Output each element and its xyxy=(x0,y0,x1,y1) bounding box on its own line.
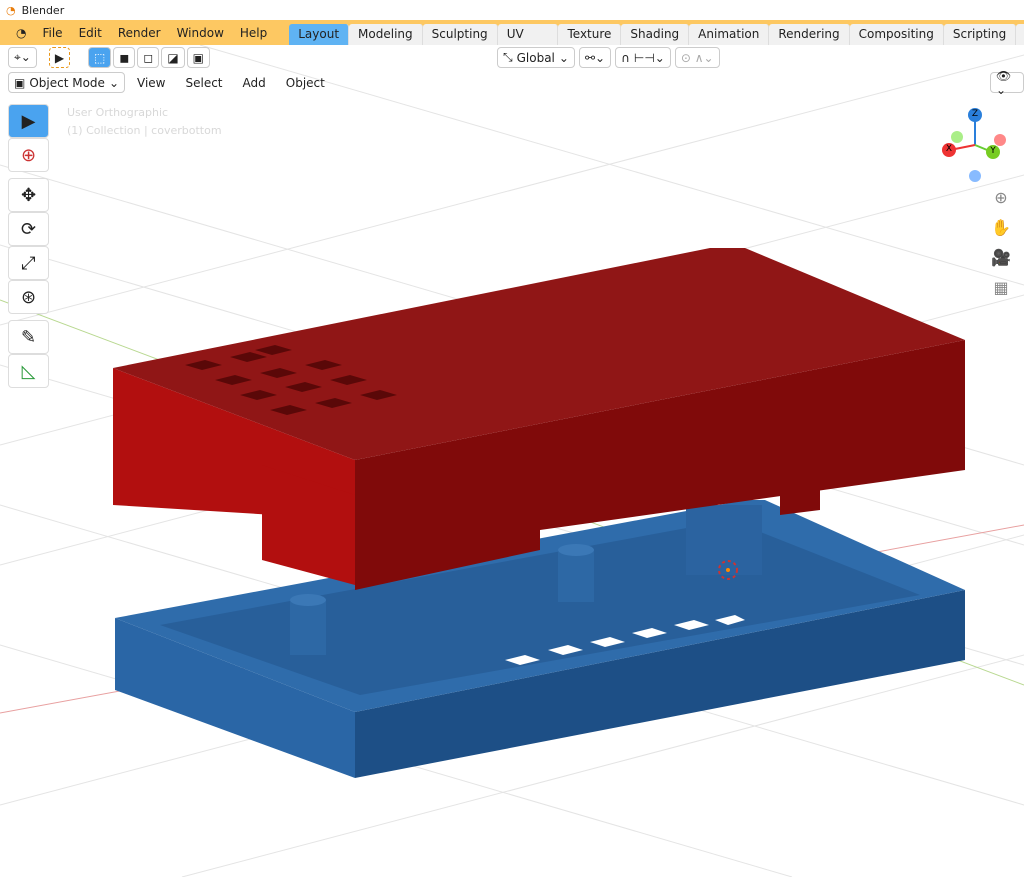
tab-sculpting[interactable]: Sculpting xyxy=(422,24,498,45)
tab-shading[interactable]: Shading xyxy=(621,24,690,45)
select-tool-icon[interactable]: ▶ xyxy=(48,47,71,68)
select-box-tool[interactable]: ▶ xyxy=(8,104,49,138)
transform-header: ⤡ Global ⌄ ⚯⌄ ∩ ⊢⊣⌄ ⊙ ∧⌄ xyxy=(497,47,720,68)
select-invert-icon[interactable]: ◪ xyxy=(161,47,185,68)
transform-pivot-dropdown[interactable]: ⌖⌄ xyxy=(8,47,37,68)
view-name-label: User Orthographic xyxy=(67,106,169,119)
gizmo-z-label: Z xyxy=(971,109,979,119)
rotate-tool[interactable]: ⟳ xyxy=(8,212,49,246)
measure-tool[interactable]: ◺ xyxy=(8,354,49,388)
gizmo-y-label: Y xyxy=(990,146,996,156)
orientation-value: Global xyxy=(516,50,555,65)
tab-layout[interactable]: Layout xyxy=(289,24,350,45)
visibility-dropdown[interactable]: 👁⌄ xyxy=(990,69,1024,97)
tab-uv-editing[interactable]: UV Editing xyxy=(497,24,559,62)
add-workspace-button[interactable]: + xyxy=(1016,24,1024,45)
menu-add[interactable]: Add xyxy=(235,76,274,90)
orientation-dropdown[interactable]: ⤡ Global ⌄ xyxy=(497,47,575,68)
top-bar: ◔ File Edit Render Window Help Layout Mo… xyxy=(0,20,1024,62)
menu-help[interactable]: Help xyxy=(232,26,275,40)
selection-mode-group: ⬚ ◼ ◻ ◪ ▣ xyxy=(88,47,211,68)
select-extend-icon[interactable]: ◼ xyxy=(113,47,136,68)
object-mode-icon: ▣ xyxy=(14,75,26,90)
gizmo-x-label: X xyxy=(945,144,953,154)
scene-canvas xyxy=(0,45,1024,877)
3d-viewport[interactable]: Z X Y ⌖⌄ ▶ ⬚ ◼ ◻ ◪ ▣ ⤡ Global ⌄ ⚯⌄ ∩ ⊢⊣⌄ ⊙… xyxy=(0,45,1024,877)
tab-texture-paint[interactable]: Texture Paint xyxy=(558,24,622,62)
annotate-tool[interactable]: ✎ xyxy=(8,320,49,354)
select-subtract-icon[interactable]: ◻ xyxy=(137,47,160,68)
scale-tool[interactable]: ⤢ xyxy=(8,246,49,280)
tab-animation[interactable]: Animation xyxy=(689,24,770,45)
menu-view[interactable]: View xyxy=(129,76,173,90)
menu-window[interactable]: Window xyxy=(169,26,232,40)
tab-compositing[interactable]: Compositing xyxy=(849,24,944,45)
menu-edit[interactable]: Edit xyxy=(71,26,110,40)
tab-scripting[interactable]: Scripting xyxy=(943,24,1017,45)
grid-perspective-icon[interactable]: ▦ xyxy=(990,278,1012,300)
cursor-tool[interactable]: ⊕ xyxy=(8,138,49,172)
zoom-icon[interactable]: ⊕ xyxy=(990,188,1012,210)
menu-select[interactable]: Select xyxy=(177,76,230,90)
orientation-icon: ⤡ xyxy=(503,50,513,64)
menu-render[interactable]: Render xyxy=(110,26,169,40)
view-header: ▣ Object Mode ⌄ View Select Add Object xyxy=(8,72,333,93)
snap-icon: ∩ xyxy=(621,50,630,65)
pan-hand-icon[interactable]: ✋ xyxy=(990,218,1012,240)
mode-dropdown[interactable]: ▣ Object Mode ⌄ xyxy=(8,72,125,93)
select-new-icon[interactable]: ⬚ xyxy=(88,47,112,68)
move-tool[interactable]: ✥ xyxy=(8,178,49,212)
proportional-edit-dropdown[interactable]: ⊙ ∧⌄ xyxy=(674,47,720,68)
mode-value: Object Mode xyxy=(29,75,105,90)
collection-label: (1) Collection | coverbottom xyxy=(67,124,222,137)
blender-menu-icon[interactable]: ◔ xyxy=(8,26,34,40)
tab-rendering[interactable]: Rendering xyxy=(769,24,850,45)
select-intersect-icon[interactable]: ▣ xyxy=(186,47,211,68)
blender-logo-icon: ◔ xyxy=(6,3,16,17)
window-title: Blender xyxy=(21,3,65,17)
menu-object[interactable]: Object xyxy=(278,76,333,90)
pivot-point-dropdown[interactable]: ⚯⌄ xyxy=(578,47,612,68)
tab-modeling[interactable]: Modeling xyxy=(349,24,423,45)
tool-header: ⌖⌄ ▶ ⬚ ◼ ◻ ◪ ▣ xyxy=(8,47,211,68)
transform-tool[interactable]: ⊛ xyxy=(8,280,49,314)
menu-file[interactable]: File xyxy=(34,26,70,40)
camera-icon[interactable]: 🎥 xyxy=(990,248,1012,270)
title-bar: ◔ Blender xyxy=(0,0,1024,20)
snap-dropdown[interactable]: ∩ ⊢⊣⌄ xyxy=(615,47,671,68)
